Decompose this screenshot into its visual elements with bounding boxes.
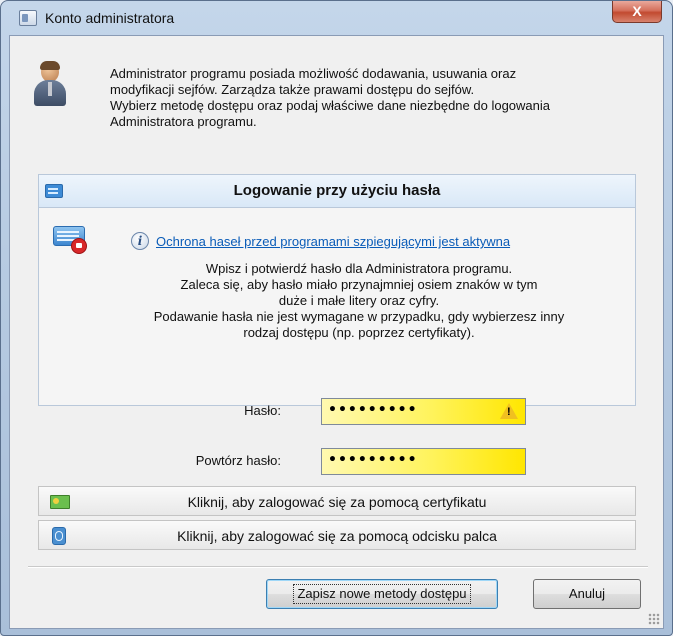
fingerprint-option-label: Kliknij, aby zalogować się za pomocą odc… (177, 528, 497, 544)
description-line: Wpisz i potwierdź hasło dla Administrato… (205, 261, 513, 276)
close-button[interactable]: X (612, 1, 662, 23)
password-label: Hasło: (244, 403, 281, 418)
certificate-option-label: Kliknij, aby zalogować się za pomocą cer… (187, 494, 487, 510)
intro-line: modyfikacji sejfów. Zarządza także prawa… (110, 82, 475, 97)
description-line: Podawanie hasła nie jest wymagane w przy… (153, 309, 565, 324)
fingerprint-login-option[interactable]: Kliknij, aby zalogować się za pomocą odc… (38, 520, 636, 550)
description-line: Zaleca się, aby hasło miało przynajmniej… (180, 277, 538, 292)
title-bar[interactable]: Konto administratora X (1, 1, 672, 35)
admin-user-icon (34, 61, 66, 106)
keyboard-lock-icon (53, 226, 87, 254)
repeat-password-value: ••••••••• (328, 452, 418, 468)
resize-grip-icon[interactable] (648, 613, 660, 625)
window-title: Konto administratora (45, 10, 175, 26)
intro-text: Administrator programu posiada możliwość… (110, 66, 655, 130)
certificate-login-option[interactable]: Kliknij, aby zalogować się za pomocą cer… (38, 486, 636, 516)
cancel-button[interactable]: Anuluj (533, 579, 641, 609)
dialog-content: Administrator programu posiada możliwość… (9, 35, 664, 629)
info-icon: i (131, 232, 149, 250)
password-login-panel: Logowanie przy użyciu hasła i Ochrona ha… (38, 174, 636, 406)
app-window-icon (19, 10, 37, 26)
repeat-password-field[interactable]: ••••••••• (321, 448, 526, 475)
password-description: Wpisz i potwierdź hasło dla Administrato… (99, 261, 619, 341)
password-value: ••••••••• (328, 402, 418, 418)
save-access-methods-button[interactable]: Zapisz nowe metody dostępu (266, 579, 498, 609)
separator (28, 566, 648, 568)
intro-line: Administrator programu posiada możliwość… (110, 66, 517, 81)
intro-line: Administratora programu. (110, 114, 257, 129)
spyware-protection-link[interactable]: Ochrona haseł przed programami szpiegują… (156, 234, 510, 249)
password-field[interactable]: ••••••••• (321, 398, 526, 425)
save-button-label: Zapisz nowe metody dostępu (293, 584, 471, 604)
description-line: rodzaj dostępu (np. poprzez certyfikaty)… (243, 325, 475, 340)
password-panel-header[interactable]: Logowanie przy użyciu hasła (39, 175, 635, 208)
repeat-password-label: Powtórz hasło: (195, 453, 281, 468)
dialog-window: Konto administratora X Administrator pro… (0, 0, 673, 636)
password-panel-title: Logowanie przy użyciu hasła (233, 182, 441, 199)
description-line: duże i małe litery oraz cyfry. (278, 293, 440, 308)
intro-line: Wybierz metodę dostępu oraz podaj właści… (110, 98, 550, 113)
warning-icon (500, 403, 518, 419)
